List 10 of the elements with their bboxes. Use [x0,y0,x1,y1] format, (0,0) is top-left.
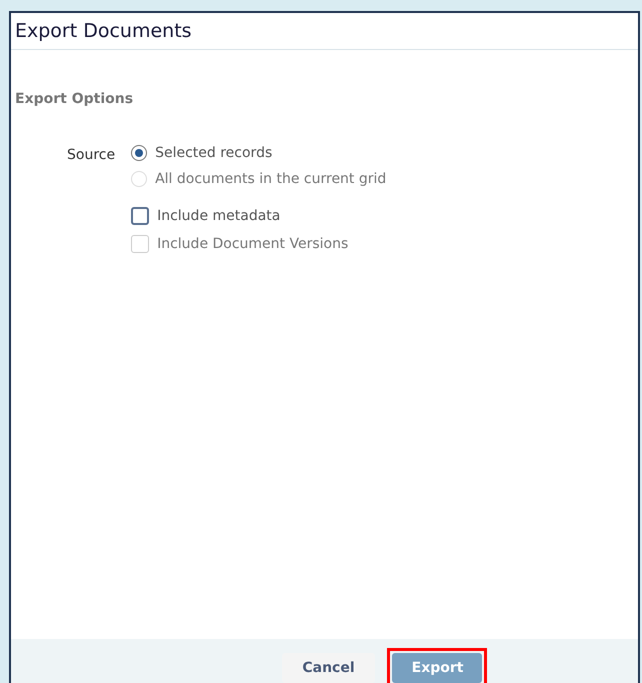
radio-button[interactable] [131,145,148,161]
section-title: Export Options [15,91,134,107]
source-label: Source [67,147,116,165]
checkbox-label: Include metadata [157,208,280,224]
radio-label: All documents in the current grid [155,171,386,187]
cancel-button[interactable]: Cancel [282,653,375,683]
radio-label: Selected records [155,145,272,161]
checkbox[interactable] [131,207,150,225]
checkbox-label: Include Document Versions [157,236,348,252]
dialog-title: Export Documents [15,20,192,42]
